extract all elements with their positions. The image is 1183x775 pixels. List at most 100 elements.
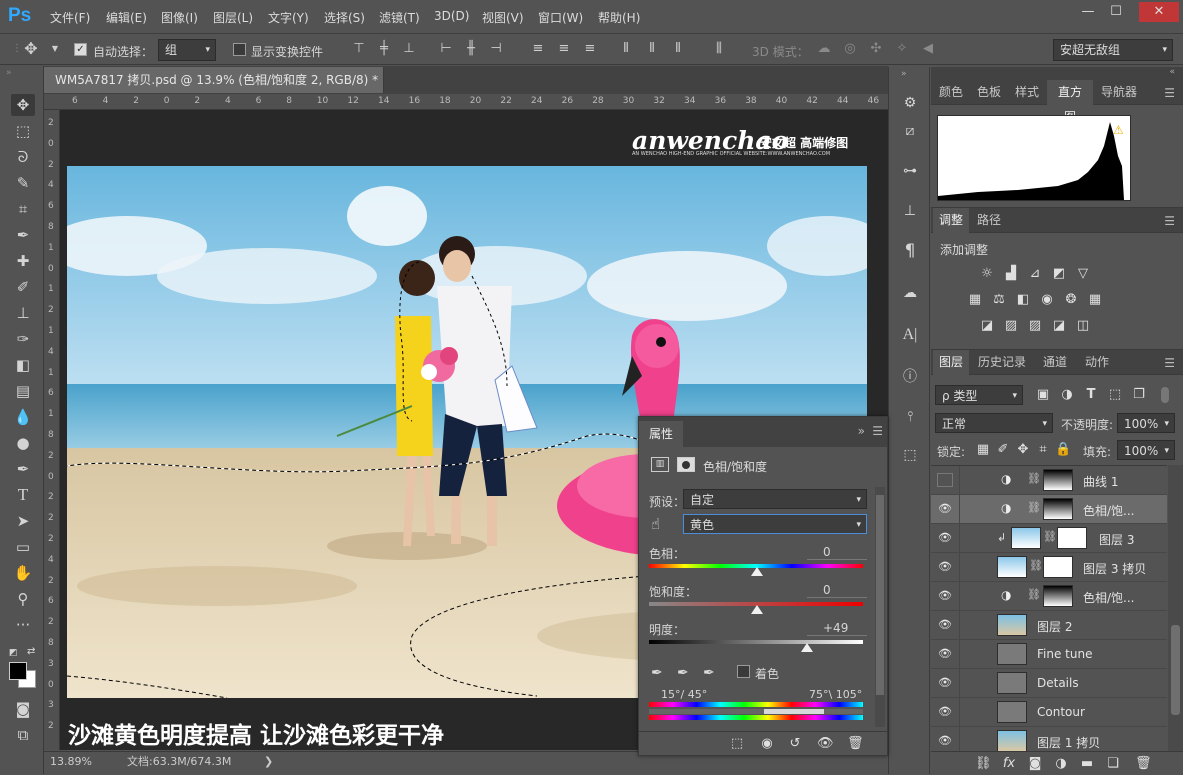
zoom-tool-icon[interactable]: ⚲ bbox=[11, 588, 35, 610]
move-tool-icon[interactable]: ✥ bbox=[11, 94, 35, 116]
lock-all-icon[interactable]: 🔒 bbox=[1055, 442, 1071, 458]
layer-row[interactable]: ◑ ⛓ 曲线 1 bbox=[931, 466, 1167, 495]
eyedropper-icon[interactable]: ✒ bbox=[651, 665, 663, 681]
lightness-value[interactable]: +49 bbox=[807, 621, 867, 636]
foreground-color-swatch[interactable] bbox=[9, 662, 27, 680]
status-menu-arrow-icon[interactable]: ❯ bbox=[264, 752, 273, 772]
tab-top_panel-3[interactable]: 直方图 bbox=[1047, 80, 1093, 124]
align-top-icon[interactable]: ⊤ bbox=[350, 40, 368, 58]
tab-adjust_panel-1[interactable]: 路径 bbox=[971, 208, 1007, 233]
layer-visibility-icon[interactable]: 👁 bbox=[937, 531, 953, 545]
lock-artboard-icon[interactable]: ⌗ bbox=[1035, 442, 1051, 458]
menu-item[interactable]: 文件(F) bbox=[50, 9, 90, 26]
panel-menu-icon[interactable]: ☰ bbox=[1164, 86, 1175, 100]
gradient-map-icon[interactable]: ◪ bbox=[1051, 318, 1067, 334]
color-range-selector[interactable] bbox=[649, 709, 863, 714]
range-selection[interactable] bbox=[764, 709, 824, 714]
layer-row[interactable]: 👁 ↲ ⛓ 图层 3 bbox=[931, 524, 1167, 553]
levels-icon[interactable]: ▟ bbox=[1003, 266, 1019, 282]
move-tool-icon[interactable]: ✥ bbox=[22, 40, 40, 58]
menu-item[interactable]: 图像(I) bbox=[161, 9, 198, 26]
pen-tool-icon[interactable]: ✒ bbox=[11, 458, 35, 480]
delete-adjustment-icon[interactable]: 🗑 bbox=[847, 736, 864, 752]
targeted-adjust-hand-icon[interactable]: ☝ bbox=[651, 515, 660, 533]
vertical-ruler[interactable]: 202468101214161820222426283032 bbox=[44, 110, 60, 750]
layer-row[interactable]: 👁 ◑ ⛓ 色相/饱... bbox=[931, 495, 1167, 524]
layer-visibility-icon[interactable]: 👁 bbox=[937, 734, 953, 748]
info-icon[interactable]: ⓘ bbox=[898, 365, 922, 389]
layer-visibility-icon[interactable]: 👁 bbox=[937, 502, 953, 516]
menu-item[interactable]: 3D(D) bbox=[434, 9, 469, 23]
lightness-slider-knob[interactable] bbox=[801, 643, 813, 652]
menu-item[interactable]: 图层(L) bbox=[213, 9, 253, 26]
new-adjustment-icon[interactable]: ◑ bbox=[1053, 756, 1069, 772]
menu-item[interactable]: 窗口(W) bbox=[538, 9, 583, 26]
zoom-level[interactable]: 13.89% bbox=[50, 752, 92, 772]
panel-menu-icon[interactable]: ☰ bbox=[1164, 356, 1175, 370]
layer-row[interactable]: 👁 Contour bbox=[931, 698, 1167, 727]
eyedropper-subtract-icon[interactable]: ✒ bbox=[703, 665, 715, 681]
threshold-icon[interactable]: ▨ bbox=[1027, 318, 1043, 334]
view-previous-icon[interactable]: ◉ bbox=[759, 736, 775, 752]
hue-saturation-icon[interactable]: ▦ bbox=[967, 292, 983, 308]
layer-thumbnail[interactable] bbox=[997, 701, 1027, 723]
scrollbar-thumb[interactable] bbox=[876, 495, 884, 695]
align-hcenter-icon[interactable]: ╫ bbox=[462, 40, 480, 58]
swap-colors-icon[interactable]: ⇄ bbox=[27, 646, 35, 657]
distribute-left-icon[interactable]: ⦀ bbox=[617, 40, 635, 58]
saturation-value[interactable]: 0 bbox=[807, 583, 867, 598]
distribute-vcenter-icon[interactable]: ≡ bbox=[555, 40, 573, 58]
eyedropper-tool-icon[interactable]: ✒ bbox=[11, 224, 35, 246]
auto-select-checkbox[interactable]: ✓ bbox=[74, 43, 87, 56]
mask-thumbnail[interactable] bbox=[1043, 498, 1073, 520]
gradient-tool-icon[interactable]: ▤ bbox=[11, 380, 35, 402]
filter-pixel-icon[interactable]: ▣ bbox=[1035, 387, 1051, 403]
distribute-top-icon[interactable]: ≡ bbox=[529, 40, 547, 58]
new-group-icon[interactable]: ▬ bbox=[1079, 756, 1095, 772]
preset-dropdown[interactable]: 自定 ▾ bbox=[683, 489, 867, 509]
eraser-tool-icon[interactable]: ◧ bbox=[11, 354, 35, 376]
align-bottom-icon[interactable]: ⊥ bbox=[400, 40, 418, 58]
layer-visibility-icon[interactable] bbox=[937, 473, 953, 487]
properties-titlebar[interactable]: 属性 » ☰ bbox=[639, 417, 887, 447]
photo-filter-icon[interactable]: ◉ bbox=[1039, 292, 1055, 308]
default-colors-icon[interactable]: ◩ bbox=[9, 648, 18, 658]
auto-select-dropdown[interactable]: 组 ▾ bbox=[158, 39, 216, 61]
layer-thumbnail[interactable] bbox=[997, 643, 1027, 665]
actions-icon[interactable]: ⫯ bbox=[898, 405, 922, 429]
dodge-tool-icon[interactable]: ● bbox=[11, 432, 35, 454]
panel-menu-icon[interactable]: ☰ bbox=[1164, 214, 1175, 228]
menu-item[interactable]: 视图(V) bbox=[482, 9, 524, 26]
layer-thumbnail[interactable] bbox=[1011, 527, 1041, 549]
blend-mode-dropdown[interactable]: 正常 ▾ bbox=[935, 413, 1053, 433]
tab-layers_panel-1[interactable]: 历史记录 bbox=[971, 350, 1033, 375]
colorize-checkbox[interactable] bbox=[737, 665, 750, 678]
tab-layers_panel-3[interactable]: 动作 bbox=[1077, 350, 1117, 375]
warning-icon[interactable]: ⚠ bbox=[1113, 123, 1124, 137]
panel-menu-icon[interactable]: ☰ bbox=[872, 424, 883, 438]
tab-layers_panel-0[interactable]: 图层 bbox=[933, 350, 969, 375]
opacity-field[interactable]: 100% ▾ bbox=[1117, 413, 1175, 433]
collapse-icon[interactable]: » bbox=[901, 69, 907, 79]
show-transform-checkbox[interactable] bbox=[233, 43, 246, 56]
filter-adjust-icon[interactable]: ◑ bbox=[1059, 387, 1075, 403]
quick-select-tool-icon[interactable]: ✎ bbox=[11, 172, 35, 194]
align-left-icon[interactable]: ⊢ bbox=[437, 40, 455, 58]
align-right-icon[interactable]: ⊣ bbox=[487, 40, 505, 58]
close-button[interactable]: ✕ bbox=[1139, 2, 1179, 22]
menu-item[interactable]: 滤镜(T) bbox=[379, 9, 420, 26]
auto-align-icon[interactable]: ⫼ bbox=[710, 40, 728, 58]
layer-visibility-icon[interactable]: 👁 bbox=[937, 676, 953, 690]
tab-top_panel-0[interactable]: 颜色 bbox=[933, 80, 969, 105]
libraries-icon[interactable]: ⚙ bbox=[898, 91, 922, 115]
orbit-3d-icon[interactable]: ☁ bbox=[815, 40, 833, 58]
quick-mask-icon[interactable]: ◙ bbox=[11, 698, 35, 720]
distribute-right-icon[interactable]: ⦀ bbox=[669, 40, 687, 58]
character-icon[interactable]: A| bbox=[898, 323, 922, 347]
layer-row[interactable]: 👁 图层 2 bbox=[931, 611, 1167, 640]
layers-scrollbar[interactable] bbox=[1168, 465, 1183, 751]
delete-layer-icon[interactable]: 🗑 bbox=[1135, 756, 1152, 772]
layer-thumbnail[interactable] bbox=[997, 556, 1027, 578]
invert-icon[interactable]: ◪ bbox=[979, 318, 995, 334]
cc-libraries-icon[interactable]: ☁ bbox=[898, 281, 922, 305]
